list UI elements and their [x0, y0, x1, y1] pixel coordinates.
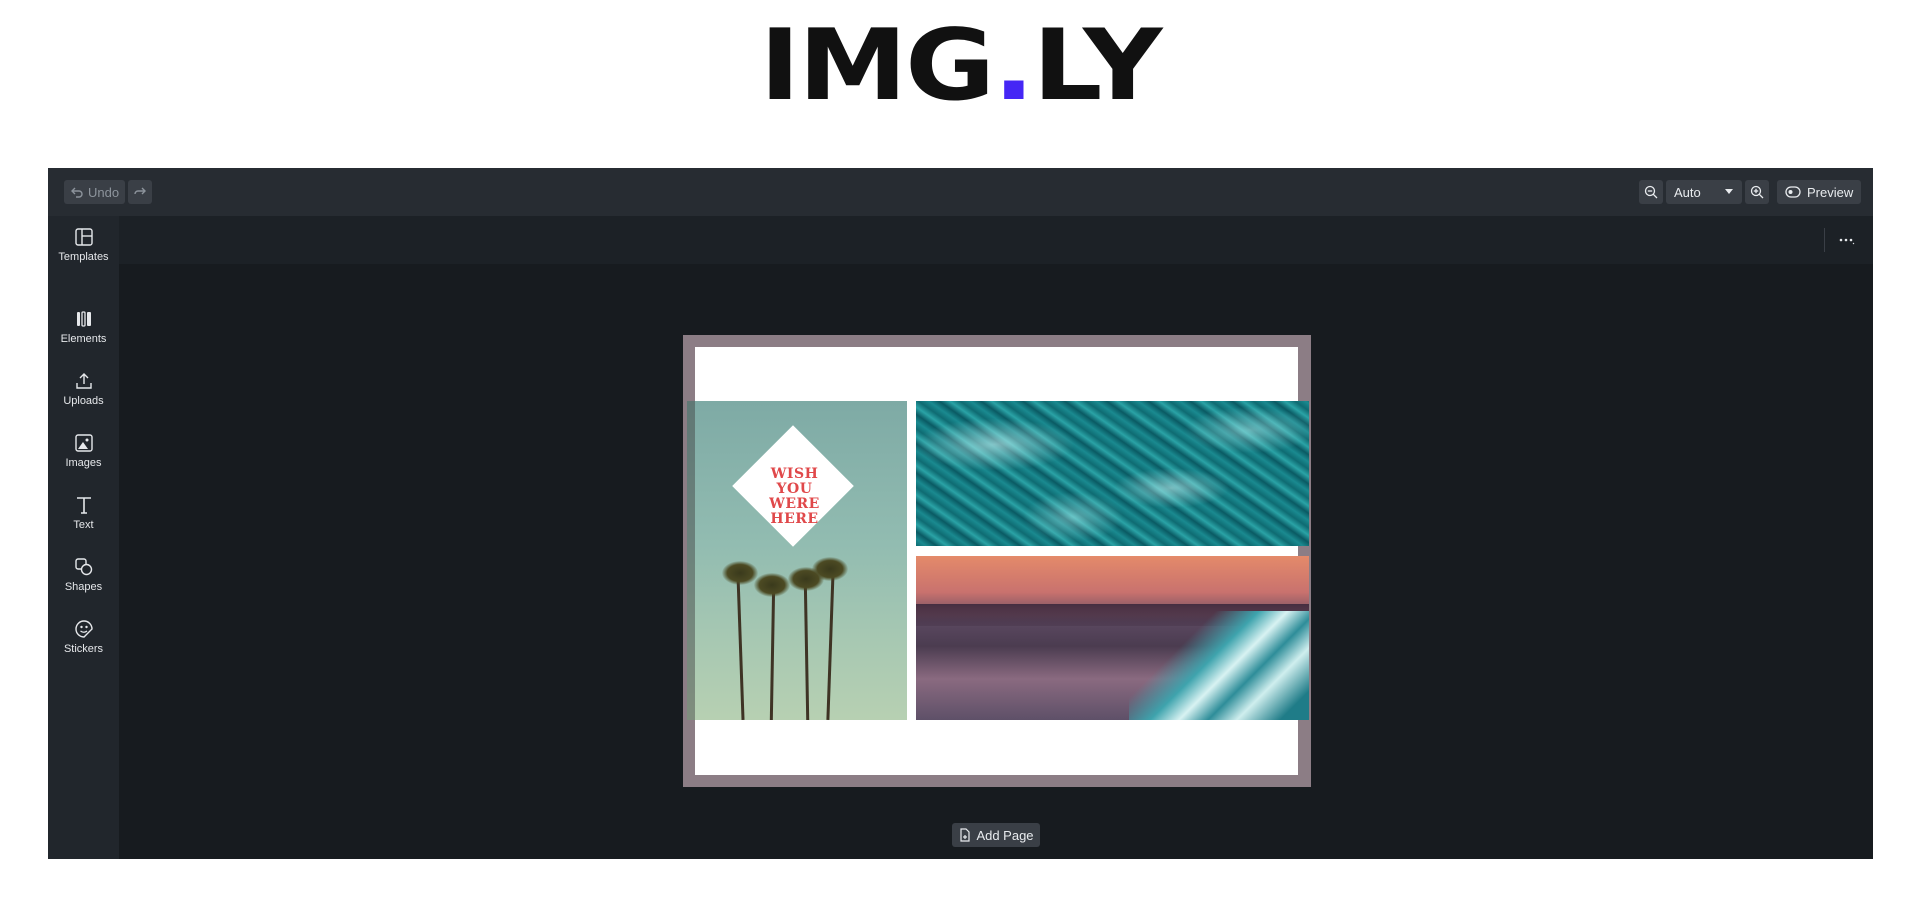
more-options-button[interactable] — [1837, 230, 1857, 250]
preview-icon — [1785, 186, 1801, 198]
add-page-label: Add Page — [976, 827, 1034, 843]
sidebar-item-label: Shapes — [64, 581, 103, 593]
palm-crown — [754, 573, 790, 597]
elements-icon — [76, 311, 91, 327]
logo-text-img: IMG — [759, 9, 996, 123]
undo-icon — [71, 187, 83, 198]
preview-controls: Preview — [1777, 180, 1862, 204]
sidebar-item-images[interactable]: Images — [48, 434, 119, 469]
postcard-line: HERE — [770, 511, 819, 527]
undo-label: Undo — [88, 184, 120, 200]
context-bar — [119, 216, 1873, 264]
zoom-level-value: Auto — [1674, 184, 1701, 200]
preview-label: Preview — [1807, 184, 1854, 200]
zoom-in-icon — [1750, 185, 1764, 199]
sidebar-item-uploads[interactable]: Uploads — [48, 372, 119, 407]
zoom-out-button[interactable] — [1639, 180, 1663, 204]
logo-dot: . — [993, 9, 1035, 123]
undo-button[interactable]: Undo — [64, 180, 126, 204]
zoom-level-select[interactable]: Auto — [1666, 180, 1742, 204]
postcard-line: WERE — [769, 496, 820, 512]
brand-logo: IMG.LY — [0, 16, 1920, 116]
palm-trunk — [736, 574, 745, 720]
postcard-title[interactable]: WISH YOU WERE HERE — [747, 467, 842, 527]
sidebar-item-shapes[interactable]: Shapes — [48, 558, 119, 593]
sidebar: Templates Elements Uploads Images Text S… — [48, 216, 119, 859]
zoom-out-icon — [1644, 185, 1658, 199]
zoom-controls: Auto — [1639, 180, 1769, 204]
redo-button[interactable] — [128, 180, 153, 204]
history-controls: Undo — [64, 180, 153, 204]
chevron-down-icon — [1725, 189, 1733, 194]
palm-trunk — [826, 569, 835, 720]
sidebar-item-stickers[interactable]: Stickers — [48, 620, 119, 655]
image-icon — [74, 434, 93, 452]
sidebar-item-label: Text — [73, 519, 94, 531]
sidebar-item-templates[interactable]: Templates — [48, 228, 119, 263]
sidebar-item-elements[interactable]: Elements — [48, 310, 119, 345]
upload-icon — [75, 373, 92, 389]
logo-text-ly: LY — [1032, 9, 1163, 123]
divider — [1824, 228, 1825, 252]
sidebar-item-label: Stickers — [63, 643, 104, 655]
sidebar-item-label: Templates — [58, 251, 109, 263]
top-toolbar: Undo Auto Preview — [48, 168, 1873, 216]
sidebar-item-label: Elements — [60, 333, 107, 345]
add-page-icon — [960, 828, 971, 842]
postcard-line: YOU — [776, 481, 813, 497]
sidebar-item-label: Uploads — [63, 395, 104, 407]
shapes-icon — [74, 558, 92, 576]
templates-icon — [74, 228, 93, 246]
waves — [1129, 611, 1309, 720]
zoom-in-button[interactable] — [1745, 180, 1769, 204]
text-icon — [76, 497, 91, 514]
sticker-icon — [74, 620, 93, 638]
water-image[interactable] — [916, 401, 1309, 546]
palm-trunk — [803, 579, 810, 720]
more-options-icon — [1839, 238, 1855, 245]
add-page-button[interactable]: Add Page — [952, 823, 1040, 847]
editor: Undo Auto Preview Templates Elements Upl… — [48, 168, 1873, 859]
preview-button[interactable]: Preview — [1777, 180, 1862, 204]
beach-sunset-image[interactable] — [916, 556, 1309, 720]
palm-trees-image[interactable]: WISH YOU WERE HERE — [687, 401, 907, 720]
sidebar-item-label: Images — [65, 457, 102, 469]
design-page[interactable]: WISH YOU WERE HERE — [683, 335, 1311, 787]
redo-icon — [134, 187, 147, 195]
postcard-badge[interactable]: WISH YOU WERE HERE — [687, 425, 907, 573]
postcard-line: WISH — [770, 466, 819, 482]
sidebar-item-text[interactable]: Text — [48, 496, 119, 531]
palm-trunk — [769, 584, 776, 720]
